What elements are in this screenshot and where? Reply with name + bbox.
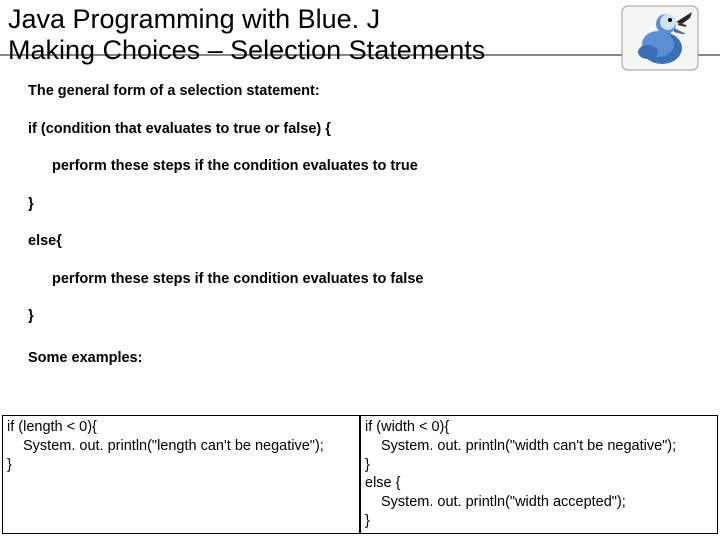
title-line-1: Java Programming with Blue. J	[8, 4, 712, 35]
ex-left-l3: }	[7, 456, 355, 475]
if-body: perform these steps if the condition eva…	[28, 157, 720, 177]
if-line: if (condition that evaluates to true or …	[28, 120, 720, 140]
ex-right-l4: else {	[365, 474, 713, 493]
ex-right-l6: }	[365, 512, 713, 531]
ex-right-l3: }	[365, 456, 713, 475]
example-right: if (width < 0){ System. out. println("wi…	[360, 415, 718, 534]
close-brace-2: }	[28, 307, 720, 327]
else-body: perform these steps if the condition eva…	[28, 270, 720, 290]
intro-text: The general form of a selection statemen…	[28, 82, 720, 102]
ex-left-l2: System. out. println("length can't be ne…	[7, 437, 355, 456]
examples-label: Some examples:	[28, 349, 720, 369]
ex-right-l1: if (width < 0){	[365, 418, 713, 437]
slide-body: The general form of a selection statemen…	[0, 68, 720, 369]
ex-right-l5: System. out. println("width accepted");	[365, 493, 713, 512]
examples-row: if (length < 0){ System. out. println("l…	[2, 415, 718, 534]
bluej-logo	[620, 4, 700, 72]
else-line: else{	[28, 232, 720, 252]
ex-left-l1: if (length < 0){	[7, 418, 355, 437]
title-line-2: Making Choices – Selection Statements	[8, 35, 712, 66]
example-left: if (length < 0){ System. out. println("l…	[2, 415, 360, 534]
close-brace-1: }	[28, 195, 720, 215]
slide-title: Java Programming with Blue. J Making Cho…	[0, 0, 720, 68]
ex-right-l2: System. out. println("width can't be neg…	[365, 437, 713, 456]
